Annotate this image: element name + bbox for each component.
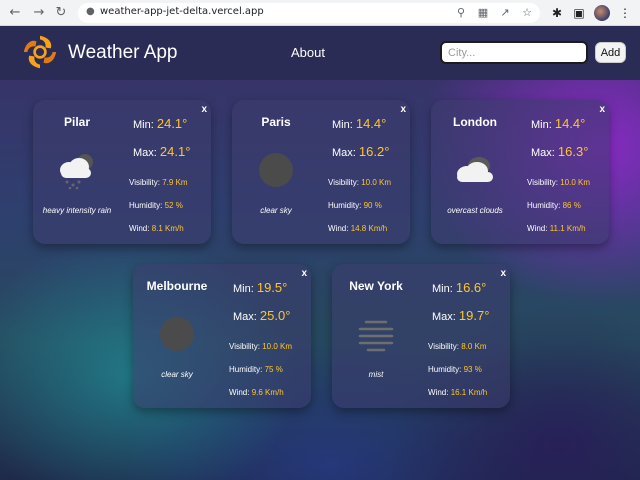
min-temp: Min: 14.4° [531, 116, 586, 131]
humidity-stat: Humidity: 90 % [328, 201, 382, 210]
city-name: New York [349, 279, 403, 293]
visibility-stat: Visibility: 7.9 Km [129, 178, 188, 187]
clear-sky-icon [254, 150, 298, 190]
wind-stat: Wind: 16.1 Km/h [428, 388, 488, 397]
visibility-stat: Visibility: 10.0 Km [229, 342, 293, 351]
close-card-button[interactable]: x [301, 268, 307, 279]
translate-icon[interactable]: ▦ [476, 6, 490, 19]
location-icon[interactable]: ⚲ [454, 6, 468, 19]
sun-logo-icon [23, 35, 57, 69]
max-temp: Max: 16.3° [531, 144, 589, 159]
forward-icon[interactable]: → [30, 4, 48, 22]
nav-about-link[interactable]: About [291, 45, 325, 60]
close-card-button[interactable]: x [201, 104, 207, 115]
weather-card: x Paris Min: 14.4° Max: 16.2° clear sky Visib… [232, 100, 410, 244]
profile-avatar[interactable] [594, 5, 610, 21]
min-temp: Min: 19.5° [233, 280, 288, 295]
address-bar[interactable]: ● weather-app-jet-delta.vercel.app ⚲ ▦ ↗… [78, 3, 540, 23]
site-info-icon[interactable]: ● [86, 6, 95, 17]
min-temp: Min: 16.6° [432, 280, 487, 295]
weather-description: heavy intensity rain [42, 206, 112, 215]
visibility-stat: Visibility: 10.0 Km [328, 178, 392, 187]
reload-icon[interactable]: ↻ [52, 4, 70, 22]
app-header: Weather App About Add [0, 26, 640, 80]
add-city-button[interactable]: Add [595, 42, 626, 63]
share-icon[interactable]: ↗ [498, 6, 512, 19]
menu-kebab-icon[interactable]: ⋮ [616, 4, 634, 22]
weather-card: x London Min: 14.4° Max: 16.3° overcast clou… [431, 100, 609, 244]
extensions-icon[interactable]: ✱ [548, 4, 566, 22]
humidity-stat: Humidity: 75 % [229, 365, 283, 374]
weather-description: overcast clouds [447, 206, 503, 215]
sidepanel-icon[interactable]: ▣ [570, 4, 588, 22]
mist-icon [354, 314, 398, 354]
weather-card: x Melbourne Min: 19.5° Max: 25.0° clear sky V… [133, 264, 311, 408]
close-card-button[interactable]: x [500, 268, 506, 279]
overcast-clouds-icon [453, 150, 497, 190]
city-name: Paris [261, 115, 291, 129]
bookmark-star-icon[interactable]: ☆ [520, 6, 534, 19]
browser-toolbar: ← → ↻ ● weather-app-jet-delta.vercel.app… [0, 0, 640, 26]
max-temp: Max: 24.1° [133, 144, 191, 159]
back-icon[interactable]: ← [6, 4, 24, 22]
wind-stat: Wind: 11.1 Km/h [527, 224, 586, 233]
min-temp: Min: 24.1° [133, 116, 188, 131]
weather-card: x New York Min: 16.6° Max: 19.7° mist Visibil… [332, 264, 510, 408]
close-card-button[interactable]: x [400, 104, 406, 115]
max-temp: Max: 25.0° [233, 308, 291, 323]
humidity-stat: Humidity: 93 % [428, 365, 482, 374]
weather-card: x Pilar Min: 24.1° Max: 24.1° heavy intensit… [33, 100, 211, 244]
url-text[interactable]: weather-app-jet-delta.vercel.app [100, 6, 264, 17]
max-temp: Max: 16.2° [332, 144, 390, 159]
humidity-stat: Humidity: 52 % [129, 201, 183, 210]
max-temp: Max: 19.7° [432, 308, 490, 323]
clear-sky-icon [155, 314, 199, 354]
visibility-stat: Visibility: 10.0 Km [527, 178, 591, 187]
visibility-stat: Visibility: 8.0 Km [428, 342, 487, 351]
min-temp: Min: 14.4° [332, 116, 387, 131]
weather-description: clear sky [260, 206, 292, 215]
rain-cloud-icon [55, 150, 99, 190]
app-title[interactable]: Weather App [68, 42, 178, 64]
wind-stat: Wind: 8.1 Km/h [129, 224, 184, 233]
app-root: Weather App About Add x Pilar Min: 24.1° Ma… [0, 26, 640, 480]
wind-stat: Wind: 9.6 Km/h [229, 388, 284, 397]
city-name: London [453, 115, 497, 129]
weather-description: mist [368, 370, 384, 379]
city-name: Melbourne [146, 279, 208, 293]
weather-description: clear sky [161, 370, 193, 379]
city-name: Pilar [63, 115, 90, 129]
wind-stat: Wind: 14.8 Km/h [328, 224, 388, 233]
city-search-input[interactable] [440, 41, 588, 64]
humidity-stat: Humidity: 86 % [527, 201, 581, 210]
close-card-button[interactable]: x [599, 104, 605, 115]
